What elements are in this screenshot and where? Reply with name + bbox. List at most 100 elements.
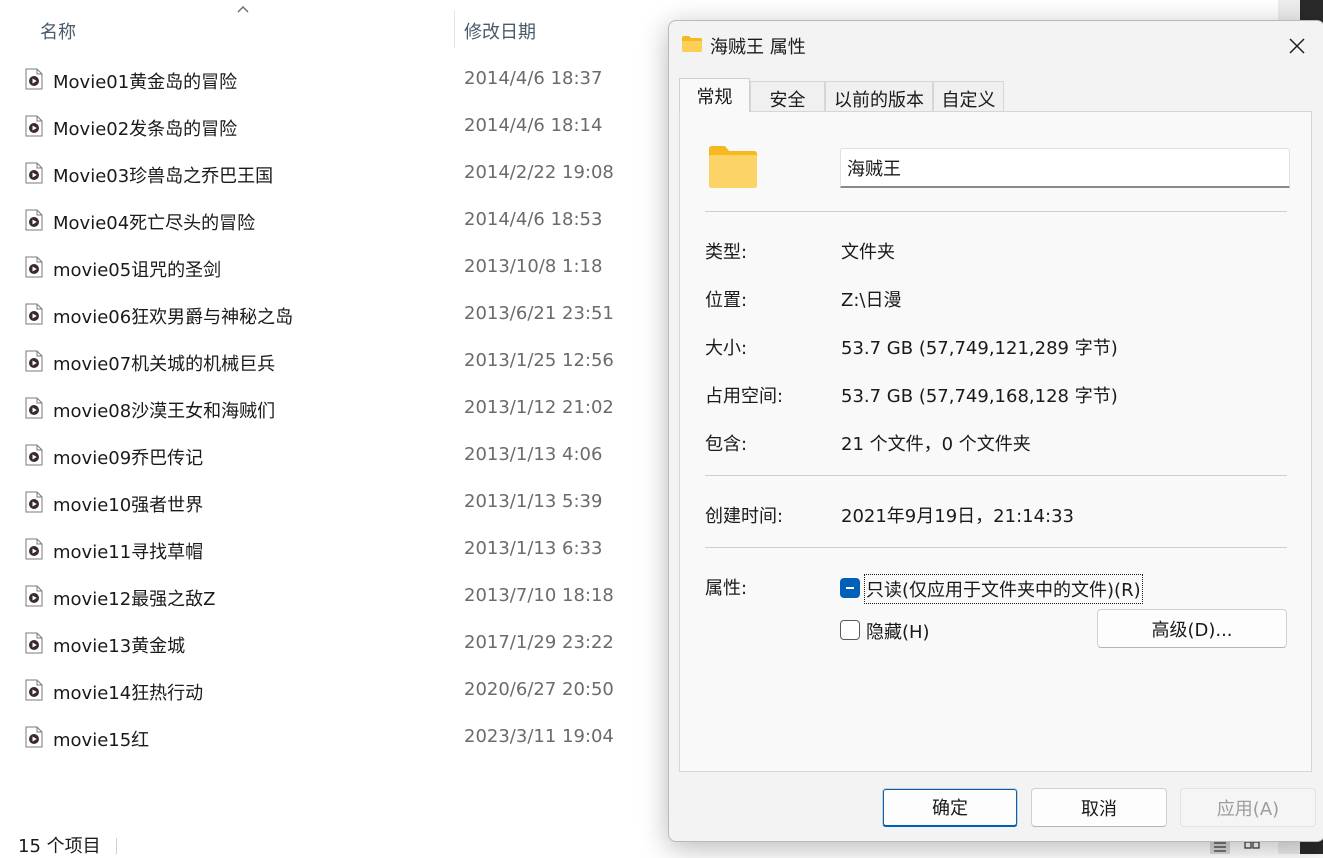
- file-modified-date: 2013/7/10 18:18: [464, 585, 614, 606]
- file-row[interactable]: movie09乔巴传记 2013/1/13 4:06: [0, 432, 660, 479]
- general-tab-panel: 类型: 文件夹 位置: Z:\日漫 大小: 53.7 GB (57,749,12…: [679, 111, 1312, 772]
- file-row[interactable]: Movie02发条岛的冒险 2014/4/6 18:14: [0, 103, 660, 150]
- close-button[interactable]: [1278, 29, 1316, 63]
- contains-value: 21 个文件，0 个文件夹: [841, 434, 1031, 455]
- location-value: Z:\日漫: [841, 290, 902, 311]
- file-row[interactable]: movie12最强之敌Z 2013/7/10 18:18: [0, 573, 660, 620]
- apply-button[interactable]: 应用(A): [1180, 788, 1316, 827]
- folder-icon: [709, 146, 757, 188]
- video-file-icon: [25, 350, 43, 372]
- file-row[interactable]: movie13黄金城 2017/1/29 23:22: [0, 620, 660, 667]
- file-modified-date: 2013/1/12 21:02: [464, 397, 614, 418]
- file-name: movie11寻找草帽: [53, 542, 204, 563]
- readonly-checkbox-box[interactable]: [840, 578, 860, 598]
- video-file-icon: [25, 538, 43, 560]
- file-modified-date: 2014/4/6 18:37: [464, 68, 603, 89]
- file-modified-date: 2023/3/11 19:04: [464, 726, 614, 747]
- type-label: 类型:: [705, 242, 748, 263]
- tab-customize[interactable]: 自定义: [933, 81, 1004, 112]
- tab-previous-versions[interactable]: 以前的版本: [825, 81, 933, 112]
- video-file-icon: [25, 68, 43, 90]
- file-modified-date: 2017/1/29 23:22: [464, 632, 614, 653]
- video-file-icon: [25, 162, 43, 184]
- file-name: movie12最强之敌Z: [53, 589, 216, 610]
- video-file-icon: [25, 397, 43, 419]
- file-name: movie15红: [53, 730, 150, 751]
- video-file-icon: [25, 632, 43, 654]
- file-name: Movie03珍兽岛之乔巴王国: [53, 166, 274, 187]
- file-modified-date: 2014/2/22 19:08: [464, 162, 614, 183]
- tab-general[interactable]: 常规: [679, 78, 750, 112]
- folder-name-input[interactable]: [840, 148, 1290, 188]
- size-value: 53.7 GB (57,749,121,289 字节): [841, 338, 1118, 359]
- file-name: movie08沙漠王女和海贼们: [53, 401, 276, 422]
- file-row[interactable]: Movie01黄金岛的冒险 2014/4/6 18:37: [0, 56, 660, 103]
- separator: [705, 211, 1287, 212]
- video-file-icon: [25, 303, 43, 325]
- video-file-icon: [25, 491, 43, 513]
- tab-security[interactable]: 安全: [750, 81, 825, 112]
- file-name: Movie04死亡尽头的冒险: [53, 213, 256, 234]
- file-row[interactable]: movie07机关城的机械巨兵 2013/1/25 12:56: [0, 338, 660, 385]
- disk-size-value: 53.7 GB (57,749,168,128 字节): [841, 386, 1118, 407]
- dialog-title: 海贼王 属性: [710, 37, 806, 58]
- file-row[interactable]: movie15红 2023/3/11 19:04: [0, 714, 660, 761]
- video-file-icon: [25, 585, 43, 607]
- file-modified-date: 2014/4/6 18:14: [464, 115, 603, 136]
- sort-ascending-icon: [237, 6, 249, 13]
- video-file-icon: [25, 679, 43, 701]
- size-label: 大小:: [705, 338, 748, 359]
- file-row[interactable]: movie06狂欢男爵与神秘之岛 2013/6/21 23:51: [0, 291, 660, 338]
- file-name: movie14狂热行动: [53, 683, 204, 704]
- file-modified-date: 2020/6/27 20:50: [464, 679, 614, 700]
- video-file-icon: [25, 115, 43, 137]
- file-row[interactable]: Movie03珍兽岛之乔巴王国 2014/2/22 19:08: [0, 150, 660, 197]
- advanced-button[interactable]: 高级(D)...: [1097, 609, 1287, 648]
- file-name: Movie02发条岛的冒险: [53, 119, 238, 140]
- video-file-icon: [25, 256, 43, 278]
- column-divider[interactable]: [454, 10, 455, 48]
- location-label: 位置:: [705, 290, 748, 311]
- disk-size-label: 占用空间:: [705, 386, 784, 407]
- hidden-checkbox-box[interactable]: [840, 620, 860, 640]
- separator: [705, 475, 1287, 476]
- dialog-titlebar[interactable]: 海贼王 属性: [669, 21, 1323, 71]
- video-file-icon: [25, 726, 43, 748]
- file-name: movie10强者世界: [53, 495, 204, 516]
- file-modified-date: 2014/4/6 18:53: [464, 209, 603, 230]
- file-row[interactable]: movie10强者世界 2013/1/13 5:39: [0, 479, 660, 526]
- file-modified-date: 2013/1/13 6:33: [464, 538, 603, 559]
- file-modified-date: 2013/1/13 5:39: [464, 491, 603, 512]
- file-name: movie06狂欢男爵与神秘之岛: [53, 307, 294, 328]
- video-file-icon: [25, 209, 43, 231]
- file-row[interactable]: movie14狂热行动 2020/6/27 20:50: [0, 667, 660, 714]
- cancel-button[interactable]: 取消: [1031, 788, 1167, 827]
- hidden-checkbox-label[interactable]: 隐藏(H): [866, 618, 930, 644]
- created-value: 2021年9月19日，21:14:33: [841, 506, 1075, 527]
- file-name: Movie01黄金岛的冒险: [53, 72, 238, 93]
- file-name: movie05诅咒的圣剑: [53, 260, 222, 281]
- column-header-name[interactable]: 名称: [40, 18, 76, 44]
- file-row[interactable]: movie08沙漠王女和海贼们 2013/1/12 21:02: [0, 385, 660, 432]
- file-modified-date: 2013/1/13 4:06: [464, 444, 603, 465]
- file-modified-date: 2013/6/21 23:51: [464, 303, 614, 324]
- file-row[interactable]: Movie04死亡尽头的冒险 2014/4/6 18:53: [0, 197, 660, 244]
- file-row[interactable]: movie11寻找草帽 2013/1/13 6:33: [0, 526, 660, 573]
- file-modified-date: 2013/1/25 12:56: [464, 350, 614, 371]
- file-modified-date: 2013/10/8 1:18: [464, 256, 603, 277]
- status-divider: [116, 838, 117, 854]
- type-value: 文件夹: [841, 242, 895, 263]
- file-row[interactable]: movie05诅咒的圣剑 2013/10/8 1:18: [0, 244, 660, 291]
- ok-button[interactable]: 确定: [882, 788, 1018, 827]
- status-item-count: 15 个项目: [18, 836, 101, 857]
- file-name: movie07机关城的机械巨兵: [53, 354, 276, 375]
- file-name: movie09乔巴传记: [53, 448, 204, 469]
- properties-dialog: 海贼王 属性 常规 安全 以前的版本 自定义 类型: 文件夹 位置: Z:\日漫…: [668, 20, 1323, 842]
- readonly-checkbox-label[interactable]: 只读(仅应用于文件夹中的文件)(R): [864, 574, 1143, 604]
- attributes-label: 属性:: [705, 578, 748, 599]
- contains-label: 包含:: [705, 434, 748, 455]
- created-label: 创建时间:: [705, 506, 784, 527]
- close-icon: [1289, 38, 1305, 54]
- column-header-date[interactable]: 修改日期: [464, 18, 536, 44]
- file-name: movie13黄金城: [53, 636, 186, 657]
